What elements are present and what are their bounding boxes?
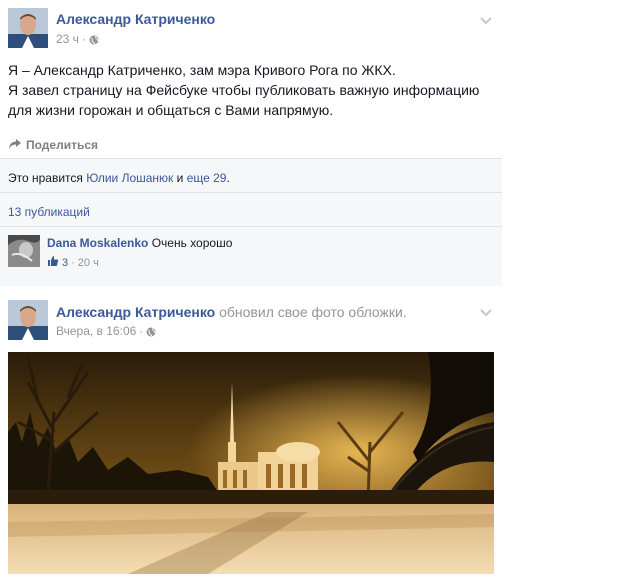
meta-separator: · xyxy=(71,256,75,269)
liker-name-link[interactable]: Юлии Лошанюк xyxy=(86,171,173,185)
comment-body: Dana Moskalenko Очень хорошо xyxy=(47,236,232,250)
post-action-text: обновил свое фото обложки. xyxy=(219,304,407,320)
author-name-text[interactable]: Александр Катриченко xyxy=(56,304,215,320)
meta-separator: · xyxy=(81,32,86,46)
post-meta: 23 ч · xyxy=(56,32,99,46)
cover-photo[interactable] xyxy=(8,352,494,574)
meta-separator: · xyxy=(139,324,144,338)
share-label: Поделиться xyxy=(26,138,99,152)
post-card: Александр Катриченко 23 ч · Я – Александ… xyxy=(0,0,502,289)
author-name[interactable]: Александр Катриченко xyxy=(56,11,215,27)
post-timestamp[interactable]: Вчера, в 16:06 xyxy=(56,324,136,338)
likes-connector: и xyxy=(176,171,184,185)
comment-timestamp[interactable]: 20 ч xyxy=(78,257,99,269)
author-avatar[interactable] xyxy=(8,300,48,340)
comment-like-count[interactable]: 3 xyxy=(62,257,68,269)
thumbs-up-icon[interactable] xyxy=(47,255,59,270)
post-text-line: Я завел страницу на Фейсбуке чтобы публи… xyxy=(8,82,480,98)
chevron-down-icon[interactable] xyxy=(480,12,492,25)
commenter-avatar[interactable] xyxy=(8,235,40,267)
globe-icon xyxy=(89,34,99,45)
share-button[interactable]: Поделиться xyxy=(8,135,98,155)
post-timestamp[interactable]: 23 ч xyxy=(56,32,79,46)
author-name-text[interactable]: Александр Катриченко xyxy=(56,11,215,27)
publications-link[interactable]: 13 публикаций xyxy=(8,205,90,219)
likes-prefix: Это нравится xyxy=(8,171,83,185)
author-avatar[interactable] xyxy=(8,8,48,48)
share-icon xyxy=(8,138,22,153)
post-header: Александр Катриченко обновил свое фото о… xyxy=(56,304,407,320)
post-card: Александр Катриченко обновил свое фото о… xyxy=(0,288,502,586)
post-text-line: для жизни горожан и общаться с Вами напр… xyxy=(8,102,334,118)
comment: Dana Moskalenko Очень хорошо 3 · 20 ч xyxy=(0,226,502,287)
likes-suffix: . xyxy=(226,171,230,185)
post-meta: Вчера, в 16:06 · xyxy=(56,324,156,338)
publications-row: 13 публикаций xyxy=(0,192,502,227)
post-text: Я – Александр Катриченко, зам мэра Криво… xyxy=(8,60,498,120)
likes-others-link[interactable]: еще 29 xyxy=(187,171,227,185)
likes-summary: Это нравится Юлии Лошанюк и еще 29. xyxy=(0,158,502,193)
post-text-line: Я – Александр Катриченко, зам мэра Криво… xyxy=(8,62,396,78)
globe-icon xyxy=(146,326,156,337)
feedback-section: Это нравится Юлии Лошанюк и еще 29. 13 п… xyxy=(0,158,502,286)
commenter-name[interactable]: Dana Moskalenko xyxy=(47,236,148,250)
comment-meta: 3 · 20 ч xyxy=(47,255,99,270)
chevron-down-icon[interactable] xyxy=(480,304,492,317)
comment-text: Очень хорошо xyxy=(151,236,233,250)
